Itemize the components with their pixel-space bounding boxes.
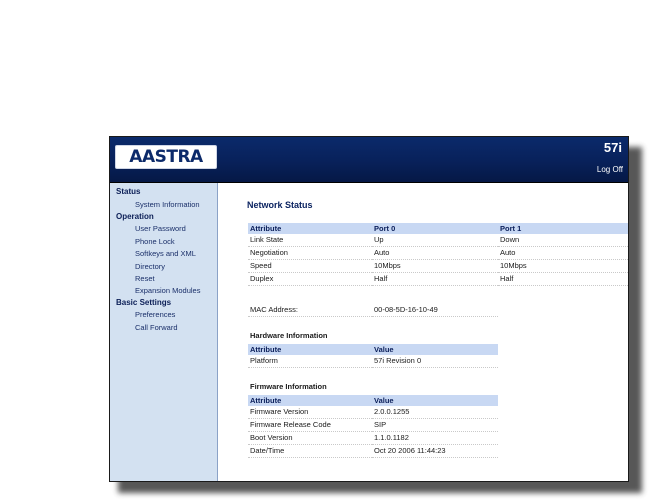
sidebar-nav: Status System Information Operation User… <box>110 183 218 481</box>
attribute-cell: Firmware Version <box>248 406 372 419</box>
nav-item-phone-lock[interactable]: Phone Lock <box>135 237 175 246</box>
port0-cell: Half <box>372 272 498 286</box>
value-cell: SIP <box>372 418 498 432</box>
table-row: Boot Version 1.1.0.1182 <box>248 431 498 445</box>
attribute-cell: Date/Time <box>248 444 372 458</box>
table-row: Link State Up Down <box>248 234 628 247</box>
port0-cell: Up <box>372 234 498 247</box>
nav-item-softkeys-and-xml[interactable]: Softkeys and XML <box>135 249 196 258</box>
attribute-cell: Negotiation <box>248 246 372 260</box>
table-row: Platform 57i Revision 0 <box>248 355 498 368</box>
header-bar: AASTRA 57i Log Off <box>110 137 628 183</box>
table-header-row: Attribute Port 0 Port 1 <box>248 223 628 234</box>
nav-item-user-password[interactable]: User Password <box>135 224 186 233</box>
nav-item-reset[interactable]: Reset <box>135 274 155 283</box>
nav-heading-operation[interactable]: Operation <box>116 212 154 221</box>
network-status-table: Attribute Port 0 Port 1 Link State Up Do… <box>248 223 628 286</box>
table-row: Negotiation Auto Auto <box>248 246 628 260</box>
page-title: Network Status <box>247 200 313 210</box>
nav-item-expansion-modules[interactable]: Expansion Modules <box>135 286 200 295</box>
port0-cell: Auto <box>372 246 498 260</box>
nav-item-preferences[interactable]: Preferences <box>135 310 175 319</box>
value-cell: 57i Revision 0 <box>372 355 498 368</box>
column-header-value: Value <box>372 395 498 406</box>
attribute-cell: Platform <box>248 355 372 368</box>
table-row: Firmware Release Code SIP <box>248 418 498 432</box>
column-header-value: Value <box>372 344 498 355</box>
column-header-attribute: Attribute <box>248 223 372 234</box>
port1-cell: Down <box>498 234 628 247</box>
table-row: Firmware Version 2.0.0.1255 <box>248 406 498 419</box>
table-row: MAC Address: 00-08-5D-16-10-49 <box>248 304 498 317</box>
hardware-section-title: Hardware Information <box>250 331 328 340</box>
nav-item-call-forward[interactable]: Call Forward <box>135 323 178 332</box>
nav-heading-basic-settings[interactable]: Basic Settings <box>116 298 171 307</box>
port0-cell: 10Mbps <box>372 259 498 273</box>
table-header-row: Attribute Value <box>248 344 498 355</box>
table-row: Duplex Half Half <box>248 272 628 286</box>
main-content: Network Status Attribute Port 0 Port 1 L… <box>218 183 628 481</box>
column-header-port-1: Port 1 <box>498 223 628 234</box>
model-label: 57i <box>603 140 622 155</box>
attribute-cell: Speed <box>248 259 372 273</box>
value-cell: Oct 20 2006 11:44:23 <box>372 444 498 458</box>
value-cell: 1.1.0.1182 <box>372 431 498 445</box>
port1-cell: Half <box>498 272 628 286</box>
attribute-cell: Firmware Release Code <box>248 418 372 432</box>
nav-item-directory[interactable]: Directory <box>135 262 165 271</box>
table-header-row: Attribute Value <box>248 395 498 406</box>
firmware-info-table: Attribute Value Firmware Version 2.0.0.1… <box>248 395 498 458</box>
firmware-section-title: Firmware Information <box>250 382 327 391</box>
aastra-logo: AASTRA <box>115 145 217 169</box>
port1-cell: 10Mbps <box>498 259 628 273</box>
attribute-cell: Boot Version <box>248 431 372 445</box>
mac-address-table: MAC Address: 00-08-5D-16-10-49 <box>248 304 498 317</box>
port1-cell: Auto <box>498 246 628 260</box>
table-row: Speed 10Mbps 10Mbps <box>248 259 628 273</box>
column-header-port-0: Port 0 <box>372 223 498 234</box>
mac-address-value: 00-08-5D-16-10-49 <box>372 304 498 317</box>
table-row: Date/Time Oct 20 2006 11:44:23 <box>248 444 498 458</box>
column-header-attribute: Attribute <box>248 344 372 355</box>
column-header-attribute: Attribute <box>248 395 372 406</box>
web-ui-window: AASTRA 57i Log Off Status System Informa… <box>109 136 629 482</box>
attribute-cell: Duplex <box>248 272 372 286</box>
attribute-cell: Link State <box>248 234 372 247</box>
value-cell: 2.0.0.1255 <box>372 406 498 419</box>
mac-address-label: MAC Address: <box>248 304 372 317</box>
nav-heading-status[interactable]: Status <box>116 187 140 196</box>
nav-item-system-information[interactable]: System Information <box>135 200 200 209</box>
hardware-info-table: Attribute Value Platform 57i Revision 0 <box>248 344 498 368</box>
logoff-link[interactable]: Log Off <box>597 165 623 174</box>
